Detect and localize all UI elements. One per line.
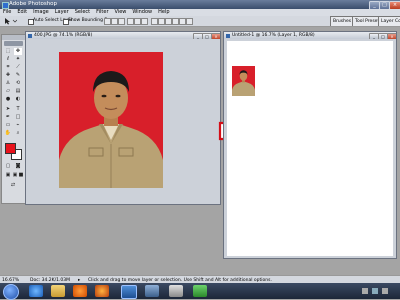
distribute-2-button[interactable] <box>158 18 165 25</box>
portrait-photo <box>59 52 163 188</box>
standard-mode-icon[interactable]: ▢ <box>4 163 12 170</box>
taskbar <box>0 283 400 300</box>
marquee-tool-icon[interactable]: ⬚ <box>4 48 12 55</box>
toolbox-grip[interactable] <box>2 35 25 40</box>
type-tool-icon[interactable]: T <box>14 106 22 113</box>
clone-stamp-tool-icon[interactable]: ♙ <box>4 80 12 87</box>
align-bottom-button[interactable] <box>118 18 125 25</box>
adobe-online-icon[interactable] <box>4 41 23 46</box>
app-icon[interactable] <box>145 285 159 297</box>
distribute-6-button[interactable] <box>186 18 193 25</box>
magic-wand-tool-icon[interactable]: ✦ <box>14 56 22 63</box>
photoshop-app-icon <box>2 1 9 9</box>
full-screen-mode-icon[interactable]: ■ <box>18 172 24 179</box>
portrait-thumbnail[interactable] <box>232 66 255 96</box>
media-player-icon[interactable] <box>73 285 87 297</box>
healing-brush-tool-icon[interactable]: ✚ <box>4 72 12 79</box>
document-title: Untitled-1 @ 16.7% (Layer 1, RGB/8) <box>232 33 315 38</box>
gradient-tool-icon[interactable]: ▤ <box>14 88 22 95</box>
menu-window[interactable]: Window <box>129 9 155 16</box>
jump-to-imageready-icon[interactable]: ⇄ <box>9 182 17 189</box>
eyedropper-tool-icon[interactable]: ⌁ <box>14 122 22 129</box>
distribute-4-button[interactable] <box>172 18 179 25</box>
menu-layer[interactable]: Layer <box>52 9 72 16</box>
notes-tool-icon[interactable]: ▭ <box>4 122 12 129</box>
document-canvas[interactable] <box>227 41 393 256</box>
menu-view[interactable]: View <box>112 9 130 16</box>
doc-close-button[interactable]: × <box>387 33 396 39</box>
document-title: 400.JPG @ 74.1% (RGB/8) <box>34 33 93 38</box>
slice-tool-icon[interactable]: ⟋ <box>14 64 22 71</box>
eraser-tool-icon[interactable]: ▱ <box>4 88 12 95</box>
photoshop-icon[interactable] <box>121 285 137 299</box>
start-orb-icon[interactable] <box>3 284 19 300</box>
document-title-bar[interactable]: Untitled-1 @ 16.7% (Layer 1, RGB/8) _ □ … <box>224 32 396 39</box>
app-title: Adobe Photoshop <box>9 1 58 7</box>
document-window-right: Untitled-1 @ 16.7% (Layer 1, RGB/8) _ □ … <box>223 31 397 259</box>
status-hint: Click and drag to move layer or selectio… <box>88 277 272 283</box>
title-bar: Adobe Photoshop _ □ × <box>0 0 400 10</box>
shape-tool-icon[interactable]: □ <box>14 114 22 121</box>
hand-tool-icon[interactable]: ✋ <box>4 130 12 137</box>
move-tool-icon[interactable]: ✥ <box>14 48 22 55</box>
distribute-5-button[interactable] <box>179 18 186 25</box>
ie-icon[interactable] <box>29 285 43 297</box>
dodge-tool-icon[interactable]: ◐ <box>14 96 22 103</box>
crop-tool-icon[interactable]: ⌗ <box>4 64 12 71</box>
explorer-icon[interactable] <box>51 285 65 297</box>
align-right-button[interactable] <box>141 18 148 25</box>
menu-file[interactable]: File <box>0 9 14 16</box>
volume-icon[interactable] <box>372 288 378 294</box>
menu-select[interactable]: Select <box>72 9 93 16</box>
foreground-color-swatch[interactable] <box>5 143 16 154</box>
doc-close-button[interactable]: × <box>211 33 220 39</box>
zoom-tool-icon[interactable]: ⌕ <box>14 130 22 137</box>
network-icon[interactable] <box>382 288 388 294</box>
align-left-button[interactable] <box>127 18 134 25</box>
app2-icon[interactable] <box>169 285 183 297</box>
tab-layer-comps[interactable]: Layer Co <box>378 16 400 26</box>
align-top-button[interactable] <box>104 18 111 25</box>
lasso-tool-icon[interactable]: ℓ <box>4 56 12 63</box>
status-arrow-icon[interactable]: ▸ <box>78 278 80 283</box>
menu-filter[interactable]: Filter <box>93 9 111 16</box>
align-vcenter-button[interactable] <box>111 18 118 25</box>
distribute-3-button[interactable] <box>165 18 172 25</box>
path-selection-tool-icon[interactable]: ➤ <box>4 106 12 113</box>
firefox-icon[interactable] <box>95 285 109 297</box>
pen-tool-icon[interactable]: ✒ <box>4 114 12 121</box>
align-hcenter-button[interactable] <box>134 18 141 25</box>
menu-help[interactable]: Help <box>155 9 172 16</box>
tray-icon[interactable] <box>362 288 368 294</box>
blur-tool-icon[interactable]: ● <box>4 96 12 103</box>
quick-mask-mode-icon[interactable]: ◙ <box>14 163 22 170</box>
move-tool-preset-icon[interactable] <box>3 17 17 25</box>
document-window-left: 400.JPG @ 74.1% (RGB/8) _ □ × <box>25 31 221 205</box>
distribute-1-button[interactable] <box>151 18 158 25</box>
history-brush-tool-icon[interactable]: ⟲ <box>14 80 22 87</box>
app3-icon[interactable] <box>193 285 207 297</box>
menu-edit[interactable]: Edit <box>14 9 30 16</box>
document-icon <box>28 33 32 38</box>
menu-image[interactable]: Image <box>30 9 52 16</box>
document-title-bar[interactable]: 400.JPG @ 74.1% (RGB/8) _ □ × <box>26 32 220 39</box>
document-icon <box>226 33 230 38</box>
zoom-level[interactable]: 16.67% <box>2 278 19 283</box>
doc-size: Doc: 34.2K/1.03M <box>30 277 71 283</box>
toolbox: ⬚ ✥ ℓ ✦ ⌗ ⟋ ✚ ✎ ♙ ⟲ ▱ ▤ ● ◐ ➤ T ✒ □ ▭ ⌁ … <box>1 34 26 204</box>
brush-tool-icon[interactable]: ✎ <box>14 72 22 79</box>
